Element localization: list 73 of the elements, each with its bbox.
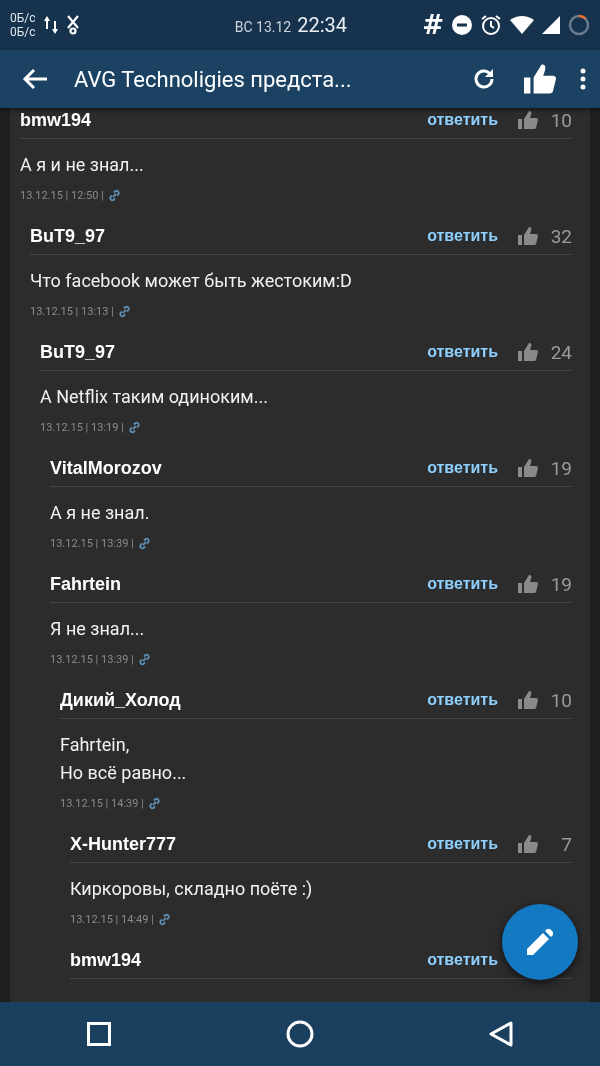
wifi-icon (510, 16, 534, 34)
thumbs-up-icon (518, 111, 538, 129)
signal-icon (542, 16, 560, 34)
reply-link[interactable]: ответить (427, 343, 498, 361)
link-icon[interactable] (137, 653, 151, 666)
like-count: 10 (549, 108, 572, 132)
upload-speed: 0Б/с (10, 11, 36, 25)
comment-author[interactable]: BuT9_97 (30, 225, 428, 247)
comment-author[interactable]: Fahrtein (50, 573, 428, 595)
comment-timestamp: 13.12.15 | 12:50 | (20, 189, 104, 202)
link-icon[interactable] (137, 537, 151, 550)
comment-author[interactable]: BuT9_97 (40, 341, 428, 363)
back-nav-button[interactable] (488, 1021, 513, 1047)
comment-text: А я не знал. (50, 501, 151, 525)
recents-button[interactable] (87, 1022, 112, 1046)
battery-ring-icon (568, 14, 590, 36)
reply-link[interactable]: ответить (427, 575, 498, 593)
thumbs-up-icon (518, 835, 538, 853)
comment-author[interactable]: VitalMorozov (50, 457, 428, 479)
comment-timestamp: 13.12.15 | 13:39 | (50, 537, 134, 550)
comment-timestamp: 13.12.15 | 13:13 | (30, 305, 114, 318)
back-button[interactable] (22, 68, 48, 90)
status-time: 22:34 (297, 13, 347, 37)
data-transfer-icon (43, 16, 58, 34)
comment-timestamp: 13.12.15 | 14:49 | (70, 913, 154, 926)
comment-author[interactable]: X-Hunter777 (70, 833, 428, 855)
reply-link[interactable]: ответить (427, 951, 498, 969)
status-date: ВС 13.12 (234, 19, 292, 35)
like-count: 7 (560, 832, 572, 856)
reply-link[interactable]: ответить (427, 691, 498, 709)
comment-timestamp: 13.12.15 | 13:39 | (50, 653, 134, 666)
link-icon[interactable] (147, 797, 161, 810)
download-speed: 0Б/с (10, 25, 36, 39)
refresh-button[interactable] (472, 67, 496, 91)
thumbs-up-icon (518, 575, 538, 593)
app-bar-title: AVG Technoligies предста... (74, 66, 353, 92)
link-icon[interactable] (157, 913, 171, 926)
reply-link[interactable]: ответить (427, 835, 498, 853)
like-count: 32 (549, 224, 572, 248)
reply-link[interactable]: ответить (427, 459, 498, 477)
do-not-disturb-icon (452, 15, 472, 35)
home-button[interactable] (286, 1020, 314, 1048)
reply-link[interactable]: ответить (427, 111, 498, 129)
comment-text: Киркоровы, складно поёте :) (70, 877, 314, 901)
comment-author[interactable]: bmw194 (20, 109, 428, 131)
hash-icon: # (422, 10, 444, 40)
alarm-icon (480, 14, 502, 36)
link-icon[interactable] (107, 189, 121, 202)
like-count: 24 (549, 340, 572, 364)
link-icon[interactable] (117, 305, 131, 318)
comment-text: А Netflix таким одиноким... (40, 385, 269, 409)
like-count: 19 (549, 456, 572, 480)
thumbs-up-icon (518, 691, 538, 709)
thumbs-up-icon (518, 459, 538, 477)
comment-text: А я и не знал... (20, 153, 145, 177)
thumbs-up-icon (518, 343, 538, 361)
compose-button[interactable] (502, 904, 578, 980)
comment-author[interactable]: bmw194 (70, 949, 428, 971)
comment-timestamp: 13.12.15 | 14:39 | (60, 797, 144, 810)
comment-text: Fahrtein, Но всё равно... (60, 733, 188, 785)
reply-link[interactable]: ответить (427, 227, 498, 245)
tower-icon (65, 15, 80, 35)
comment-text: Я не знал... (50, 617, 146, 641)
comment-author[interactable]: Дикий_Холод (60, 689, 428, 711)
like-count: 19 (549, 572, 572, 596)
more-options-button[interactable] (580, 68, 586, 90)
link-icon[interactable] (127, 421, 141, 434)
like-count: 10 (549, 688, 572, 712)
like-button[interactable] (524, 64, 556, 94)
pencil-icon (527, 929, 553, 955)
comment-text: Что facebook может быть жестоким:D (30, 269, 353, 293)
comment-timestamp: 13.12.15 | 13:19 | (40, 421, 124, 434)
thumbs-up-icon (518, 227, 538, 245)
